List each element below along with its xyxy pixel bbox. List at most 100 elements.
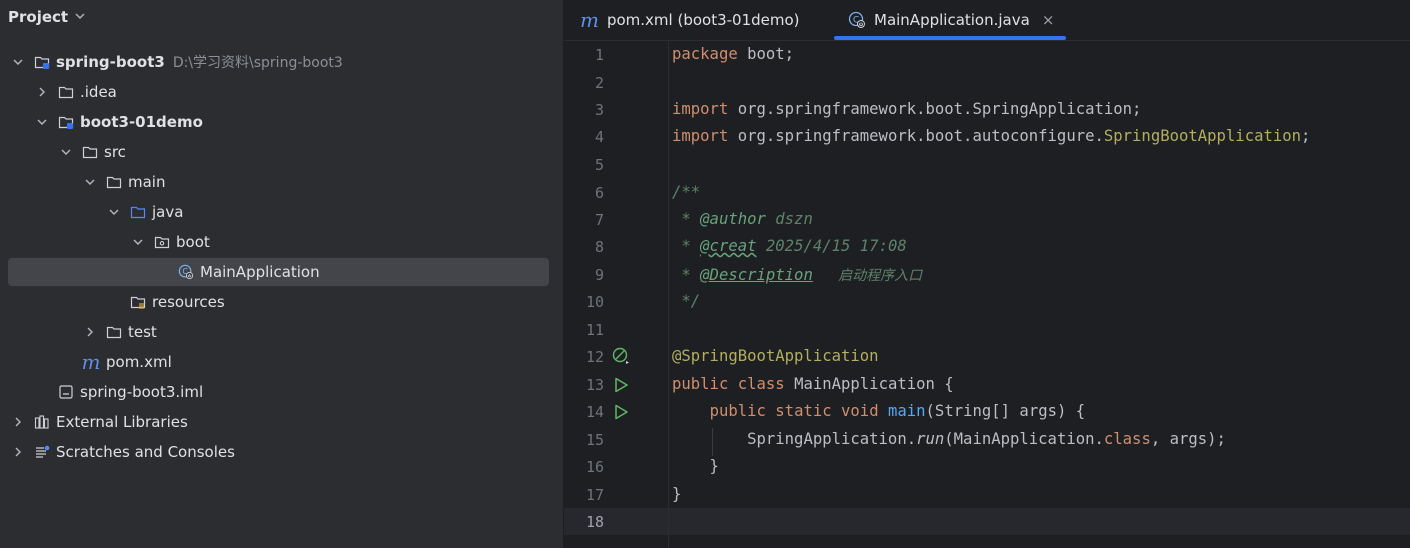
chevron-right-icon[interactable] xyxy=(10,444,26,460)
project-view-selector[interactable]: Project xyxy=(8,7,86,27)
tree-item-label: java xyxy=(152,203,184,221)
chevron-right-icon[interactable] xyxy=(10,414,26,430)
line-number: 14 xyxy=(585,403,604,421)
line-number: 9 xyxy=(594,266,604,284)
active-tab-indicator xyxy=(834,36,1066,40)
code-line-4: import org.springframework.boot.autoconf… xyxy=(672,127,1311,145)
tree-item-src[interactable]: src xyxy=(0,137,563,167)
tree-item-label: resources xyxy=(152,293,225,311)
project-title: Project xyxy=(8,8,69,26)
scratches-icon xyxy=(34,444,50,460)
editor-tabs: m pom.xml (boot3-01demo) C MainApplicati… xyxy=(564,0,1410,41)
maven-icon: m xyxy=(81,350,101,374)
line-number: 10 xyxy=(585,293,604,311)
run-icon[interactable] xyxy=(612,376,630,394)
tree-item-external-libraries[interactable]: External Libraries xyxy=(0,407,563,437)
tree-item-label: boot xyxy=(176,233,210,251)
line-number: 12 xyxy=(585,348,604,366)
tree-item-label: .idea xyxy=(80,83,117,101)
line-number: 5 xyxy=(594,156,604,174)
chevron-down-icon[interactable] xyxy=(34,114,50,130)
project-tree: spring-boot3 D:\学习资料\spring-boot3 .idea … xyxy=(0,47,563,467)
chevron-down-icon[interactable] xyxy=(58,144,74,160)
line-number: 4 xyxy=(594,128,604,146)
chevron-down-icon[interactable] xyxy=(10,54,26,70)
maven-icon: m xyxy=(580,8,599,32)
chevron-down-icon[interactable] xyxy=(82,174,98,190)
code-line-17: } xyxy=(672,485,682,503)
code-line-1: package boot; xyxy=(672,45,795,63)
ide-window: Project spring-boot3 D:\学习资料\spring-boot… xyxy=(0,0,1410,548)
line-number: 18 xyxy=(585,513,604,531)
tab-pom-xml[interactable]: m pom.xml (boot3-01demo) xyxy=(580,0,800,40)
module-folder-icon xyxy=(58,114,74,130)
spring-bean-icon[interactable] xyxy=(612,347,630,365)
code-line-7: * @author dszn xyxy=(672,210,813,228)
tree-item-label: MainApplication xyxy=(200,263,320,281)
folder-icon xyxy=(106,174,122,190)
editor-panel: m pom.xml (boot3-01demo) C MainApplicati… xyxy=(564,0,1410,548)
spring-class-icon: C xyxy=(848,11,866,29)
chevron-right-icon[interactable] xyxy=(82,324,98,340)
tree-item-main[interactable]: main xyxy=(0,167,563,197)
code-line-10: */ xyxy=(672,292,701,310)
current-line-highlight xyxy=(564,508,1410,535)
code-line-16: } xyxy=(672,457,719,475)
line-number: 6 xyxy=(594,184,604,202)
line-number: 7 xyxy=(594,211,604,229)
tree-item-mainapplication[interactable]: C MainApplication xyxy=(0,257,563,287)
tab-label: MainApplication.java xyxy=(874,11,1030,29)
close-icon[interactable]: × xyxy=(1042,11,1055,29)
tree-item-label: main xyxy=(128,173,166,191)
tree-item-pom-xml[interactable]: m pom.xml xyxy=(0,347,563,377)
tree-item-idea[interactable]: .idea xyxy=(0,77,563,107)
tree-item-label: src xyxy=(104,143,126,161)
tab-mainapplication-java[interactable]: C MainApplication.java × xyxy=(848,0,1054,40)
chevron-down-icon[interactable] xyxy=(106,204,122,220)
tree-item-java[interactable]: java xyxy=(0,197,563,227)
code-line-9: * @Description 启动程序入口 xyxy=(672,266,923,284)
tree-item-label: spring-boot3 xyxy=(56,53,165,71)
folder-icon xyxy=(106,324,122,340)
code-line-12: @SpringBootApplication xyxy=(672,347,879,365)
module-folder-icon xyxy=(34,54,50,70)
chevron-right-icon[interactable] xyxy=(34,84,50,100)
code-line-8: * @creat 2025/4/15 17:08 xyxy=(672,237,907,255)
tree-item-spring-boot3[interactable]: spring-boot3 D:\学习资料\spring-boot3 xyxy=(0,47,563,77)
line-number: 1 xyxy=(594,46,604,64)
project-panel: Project spring-boot3 D:\学习资料\spring-boot… xyxy=(0,0,563,548)
code-line-15: SpringApplication.run(MainApplication.cl… xyxy=(747,430,1226,448)
folder-icon xyxy=(82,144,98,160)
tree-item-spring-boot3-iml[interactable]: spring-boot3.iml xyxy=(0,377,563,407)
folder-icon xyxy=(58,84,74,100)
libraries-icon xyxy=(34,414,50,430)
tree-item-boot3-01demo[interactable]: boot3-01demo xyxy=(0,107,563,137)
tree-item-boot[interactable]: boot xyxy=(0,227,563,257)
line-number: 2 xyxy=(594,74,604,92)
line-number: 15 xyxy=(585,431,604,449)
line-number: 8 xyxy=(594,238,604,256)
package-icon xyxy=(154,234,170,250)
tree-item-label: pom.xml xyxy=(106,353,172,371)
line-number: 16 xyxy=(585,458,604,476)
line-number: 13 xyxy=(585,376,604,394)
tab-label: pom.xml (boot3-01demo) xyxy=(606,11,800,29)
chevron-down-icon[interactable] xyxy=(130,234,146,250)
run-icon[interactable] xyxy=(612,403,630,421)
tree-item-label: Scratches and Consoles xyxy=(56,443,235,461)
line-number: 17 xyxy=(585,486,604,504)
tree-item-label: test xyxy=(128,323,157,341)
tree-item-label: External Libraries xyxy=(56,413,188,431)
spring-class-icon: C xyxy=(178,264,194,280)
gutter-separator xyxy=(668,40,669,548)
tree-item-label: spring-boot3.iml xyxy=(80,383,204,401)
tree-item-scratches[interactable]: Scratches and Consoles xyxy=(0,437,563,467)
tree-item-test[interactable]: test xyxy=(0,317,563,347)
resources-folder-icon xyxy=(130,294,146,310)
iml-file-icon xyxy=(58,384,74,400)
code-line-3: import org.springframework.boot.SpringAp… xyxy=(672,100,1142,118)
line-number: 3 xyxy=(594,101,604,119)
source-folder-icon xyxy=(130,204,146,220)
tree-item-label: boot3-01demo xyxy=(80,113,203,131)
tree-item-resources[interactable]: resources xyxy=(0,287,563,317)
